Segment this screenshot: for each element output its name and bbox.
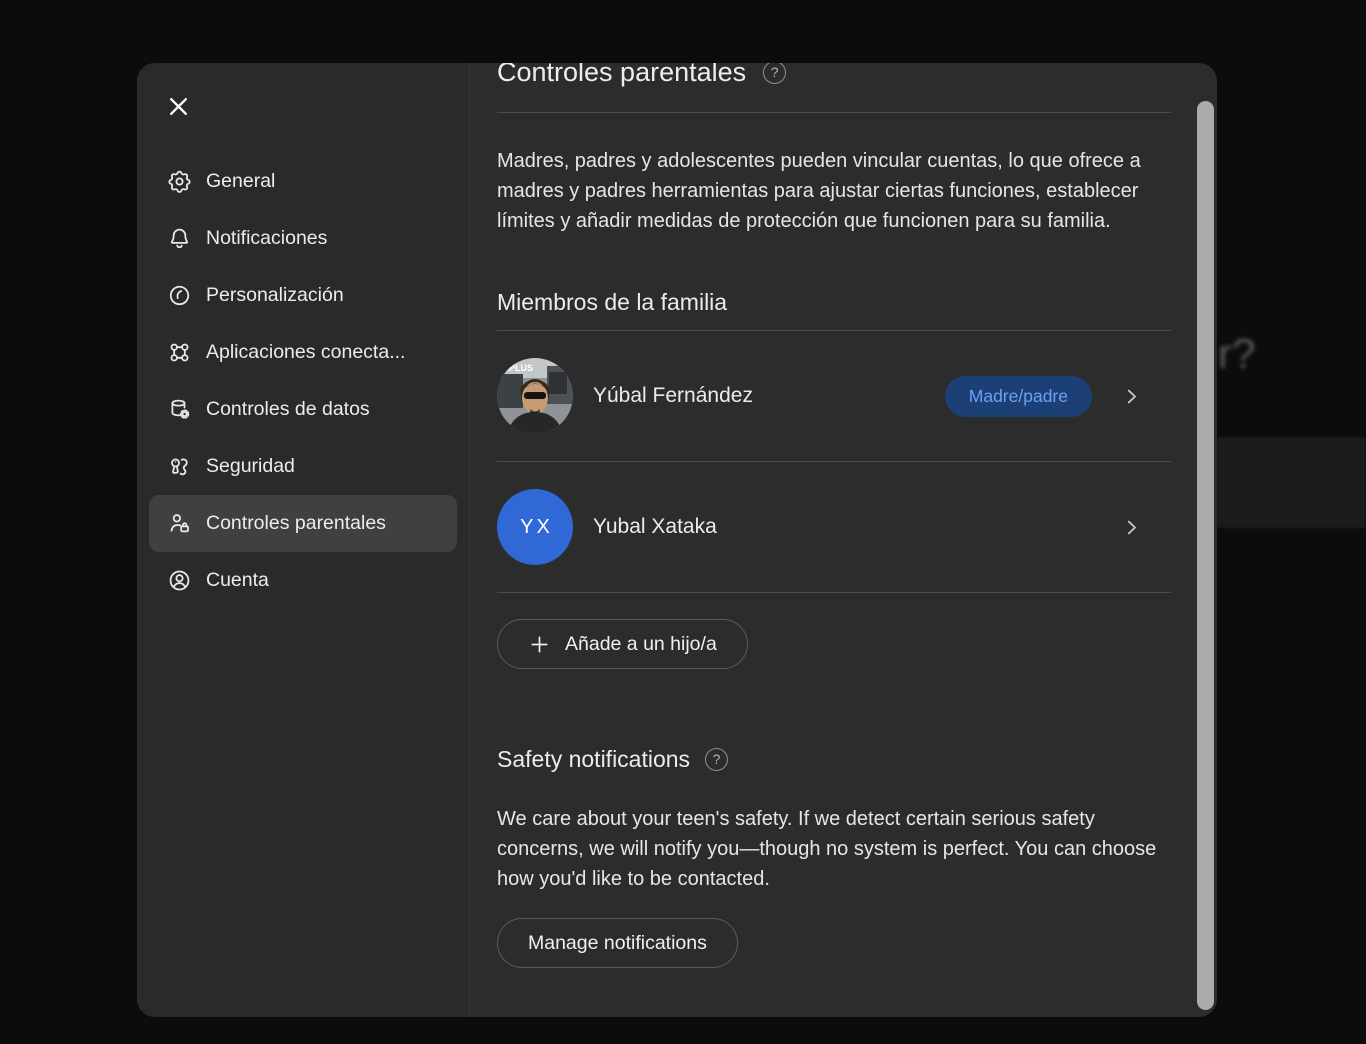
background-blurred-input (1217, 437, 1366, 528)
page-title: Controles parentales (497, 63, 1171, 90)
avatar-initials: YX (497, 489, 573, 565)
sidebar-item-security[interactable]: Seguridad (149, 438, 457, 495)
sidebar-item-label: Controles de datos (206, 398, 370, 421)
safety-description: We care about your teen's safety. If we … (497, 804, 1171, 894)
sidebar-item-account[interactable]: Cuenta (149, 552, 457, 609)
family-member-row[interactable]: YX Yubal Xataka (497, 462, 1171, 592)
personalization-icon (167, 283, 192, 308)
manage-notifications-button[interactable]: Manage notifications (497, 918, 738, 968)
divider (497, 112, 1171, 113)
family-members-heading: Miembros de la familia (497, 287, 1171, 317)
connected-apps-icon (167, 340, 192, 365)
sidebar-item-label: Notificaciones (206, 227, 327, 250)
sidebar-item-general[interactable]: General (149, 153, 457, 210)
bell-icon (167, 226, 192, 251)
role-badge: Madre/padre (945, 376, 1092, 417)
member-name: Yubal Xataka (593, 515, 717, 539)
page-title-text: Controles parentales (497, 63, 746, 90)
sidebar-item-parental-controls[interactable]: Controles parentales (149, 495, 457, 552)
scrollbar-thumb[interactable] (1197, 101, 1214, 1010)
help-icon[interactable] (705, 748, 728, 771)
data-controls-icon (167, 397, 192, 422)
help-icon[interactable] (763, 63, 786, 84)
divider (497, 592, 1171, 593)
add-child-label: Añade a un hijo/a (565, 633, 717, 656)
settings-sidebar: General Notificaciones (137, 63, 470, 1017)
member-name: Yúbal Fernández (593, 384, 753, 408)
safety-heading-text: Safety notifications (497, 744, 690, 774)
security-icon (167, 454, 192, 479)
svg-text:ePLUS: ePLUS (504, 363, 533, 373)
sidebar-item-label: Cuenta (206, 569, 269, 592)
family-member-row[interactable]: ePLUS Yúbal Fernández Madre/padre (497, 331, 1171, 461)
sidebar-item-personalization[interactable]: Personalización (149, 267, 457, 324)
close-icon (165, 93, 192, 120)
settings-nav: General Notificaciones (137, 153, 469, 609)
intro-text: Madres, padres y adolescentes pueden vin… (497, 146, 1171, 236)
manage-notifications-label: Manage notifications (528, 932, 707, 955)
chevron-right-icon (1122, 387, 1141, 406)
chevron-right-icon (1122, 518, 1141, 537)
sidebar-item-label: Seguridad (206, 455, 295, 478)
plus-icon (528, 633, 551, 656)
sidebar-item-connected-apps[interactable]: Aplicaciones conecta... (149, 324, 457, 381)
account-icon (167, 568, 192, 593)
background-partial-text: r? (1218, 330, 1255, 378)
sidebar-item-notifications[interactable]: Notificaciones (149, 210, 457, 267)
gear-icon (167, 169, 192, 194)
sidebar-item-data-controls[interactable]: Controles de datos (149, 381, 457, 438)
settings-dialog: General Notificaciones (137, 63, 1217, 1017)
parental-controls-panel: Controles parentales Madres, padres y ad… (470, 63, 1217, 1017)
sidebar-item-label: Personalización (206, 284, 344, 307)
add-child-button[interactable]: Añade a un hijo/a (497, 619, 748, 669)
sidebar-item-label: General (206, 170, 275, 193)
parental-controls-icon (167, 511, 192, 536)
sidebar-item-label: Controles parentales (206, 512, 386, 535)
close-button[interactable] (165, 93, 192, 120)
avatar: ePLUS (497, 358, 573, 434)
safety-notifications-heading: Safety notifications (497, 744, 1171, 774)
sidebar-item-label: Aplicaciones conecta... (206, 341, 405, 364)
